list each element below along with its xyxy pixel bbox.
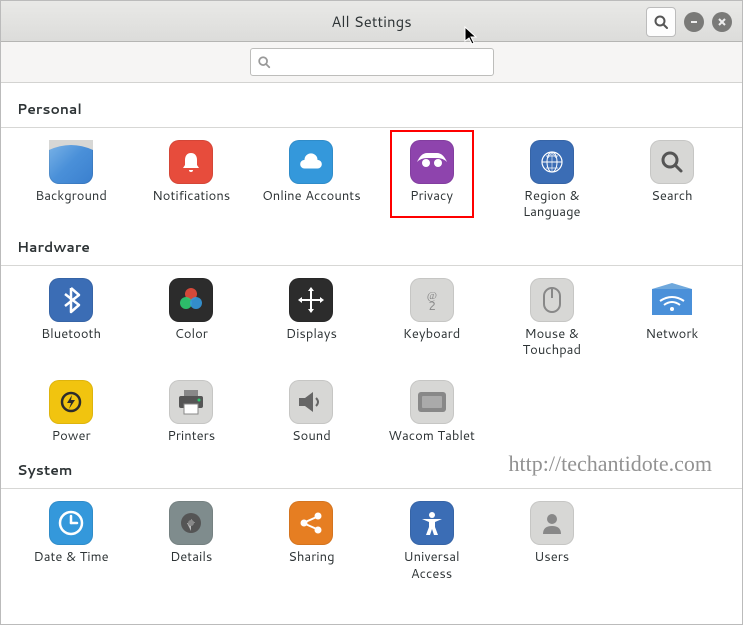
settings-item-sound[interactable]: Sound xyxy=(251,376,371,448)
section-separator xyxy=(1,488,742,489)
wacom-tablet-icon xyxy=(410,380,454,424)
item-label: Wacom Tablet xyxy=(388,428,475,444)
section-header-hardware: Hardware xyxy=(1,231,742,261)
details-icon xyxy=(169,501,213,545)
sharing-icon xyxy=(289,501,333,545)
searchbox[interactable] xyxy=(250,48,494,76)
settings-item-color[interactable]: Color xyxy=(131,274,251,363)
item-label: Sound xyxy=(292,428,331,444)
section-separator xyxy=(1,265,742,266)
search-input[interactable] xyxy=(277,54,487,71)
personal-grid: Background Notifications Online Accounts… xyxy=(1,136,742,231)
universal-access-icon xyxy=(410,501,454,545)
item-label: Date & Time xyxy=(34,549,109,565)
users-icon xyxy=(530,501,574,545)
close-button[interactable] xyxy=(712,12,732,32)
item-label: Users xyxy=(534,549,569,565)
hardware-grid: Bluetooth Color Displays @2 Keyboard xyxy=(1,274,742,455)
settings-item-power[interactable]: Power xyxy=(11,376,131,448)
item-label: Keyboard xyxy=(403,326,460,342)
item-label: Background xyxy=(35,188,107,204)
power-icon xyxy=(49,380,93,424)
titlebar: All Settings xyxy=(1,1,742,42)
window-title: All Settings xyxy=(1,11,742,32)
settings-item-background[interactable]: Background xyxy=(11,136,131,225)
item-label: Mouse & Touchpad xyxy=(502,326,602,359)
close-icon xyxy=(717,17,727,27)
settings-item-notifications[interactable]: Notifications xyxy=(131,136,251,225)
network-icon xyxy=(650,278,694,322)
minimize-button[interactable] xyxy=(684,12,704,32)
settings-item-mouse-touchpad[interactable]: Mouse & Touchpad xyxy=(492,274,612,363)
settings-item-details[interactable]: Details xyxy=(131,497,251,586)
search-icon xyxy=(653,14,669,30)
window-controls xyxy=(646,7,732,37)
content-area: Personal Background Notifications Online xyxy=(1,83,742,592)
item-label: Online Accounts xyxy=(262,188,361,204)
displays-icon xyxy=(289,278,333,322)
searchbar-row xyxy=(1,42,742,83)
settings-item-wacom-tablet[interactable]: Wacom Tablet xyxy=(371,376,491,448)
settings-item-region-language[interactable]: Region & Language xyxy=(492,136,612,225)
search-icon xyxy=(257,55,271,69)
settings-item-privacy[interactable]: Privacy xyxy=(371,136,491,225)
date-time-icon xyxy=(49,501,93,545)
settings-item-sharing[interactable]: Sharing xyxy=(251,497,371,586)
item-label: Search xyxy=(651,188,692,204)
background-icon xyxy=(49,140,93,184)
color-icon xyxy=(169,278,213,322)
system-grid: Date & Time Details Sharing Universal Ac… xyxy=(1,497,742,592)
item-label: Notifications xyxy=(152,188,230,204)
svg-text:2: 2 xyxy=(428,297,436,313)
settings-item-bluetooth[interactable]: Bluetooth xyxy=(11,274,131,363)
settings-item-users[interactable]: Users xyxy=(492,497,612,586)
item-label: Universal Access xyxy=(382,549,482,582)
settings-item-online-accounts[interactable]: Online Accounts xyxy=(251,136,371,225)
settings-item-keyboard[interactable]: @2 Keyboard xyxy=(371,274,491,363)
keyboard-icon: @2 xyxy=(410,278,454,322)
settings-window: All Settings Personal xyxy=(0,0,743,625)
settings-item-displays[interactable]: Displays xyxy=(251,274,371,363)
item-label: Region & Language xyxy=(502,188,602,221)
settings-item-search[interactable]: Search xyxy=(612,136,732,225)
minimize-icon xyxy=(689,17,699,27)
section-header-personal: Personal xyxy=(1,93,742,123)
section-separator xyxy=(1,127,742,128)
settings-item-printers[interactable]: Printers xyxy=(131,376,251,448)
item-label: Color xyxy=(175,326,208,342)
settings-item-universal-access[interactable]: Universal Access xyxy=(371,497,491,586)
printers-icon xyxy=(169,380,213,424)
online-accounts-icon xyxy=(289,140,333,184)
settings-item-date-time[interactable]: Date & Time xyxy=(11,497,131,586)
search-settings-icon xyxy=(650,140,694,184)
search-button[interactable] xyxy=(646,7,676,37)
item-label: Privacy xyxy=(410,188,453,204)
item-label: Displays xyxy=(286,326,337,342)
item-label: Bluetooth xyxy=(41,326,101,342)
settings-item-network[interactable]: Network xyxy=(612,274,732,363)
item-label: Network xyxy=(646,326,699,342)
item-label: Details xyxy=(170,549,212,565)
item-label: Sharing xyxy=(288,549,334,565)
bluetooth-icon xyxy=(49,278,93,322)
item-label: Printers xyxy=(167,428,215,444)
notifications-icon xyxy=(169,140,213,184)
region-language-icon xyxy=(530,140,574,184)
privacy-icon xyxy=(410,140,454,184)
section-header-system: System xyxy=(1,454,742,484)
sound-icon xyxy=(289,380,333,424)
item-label: Power xyxy=(52,428,91,444)
mouse-icon xyxy=(530,278,574,322)
